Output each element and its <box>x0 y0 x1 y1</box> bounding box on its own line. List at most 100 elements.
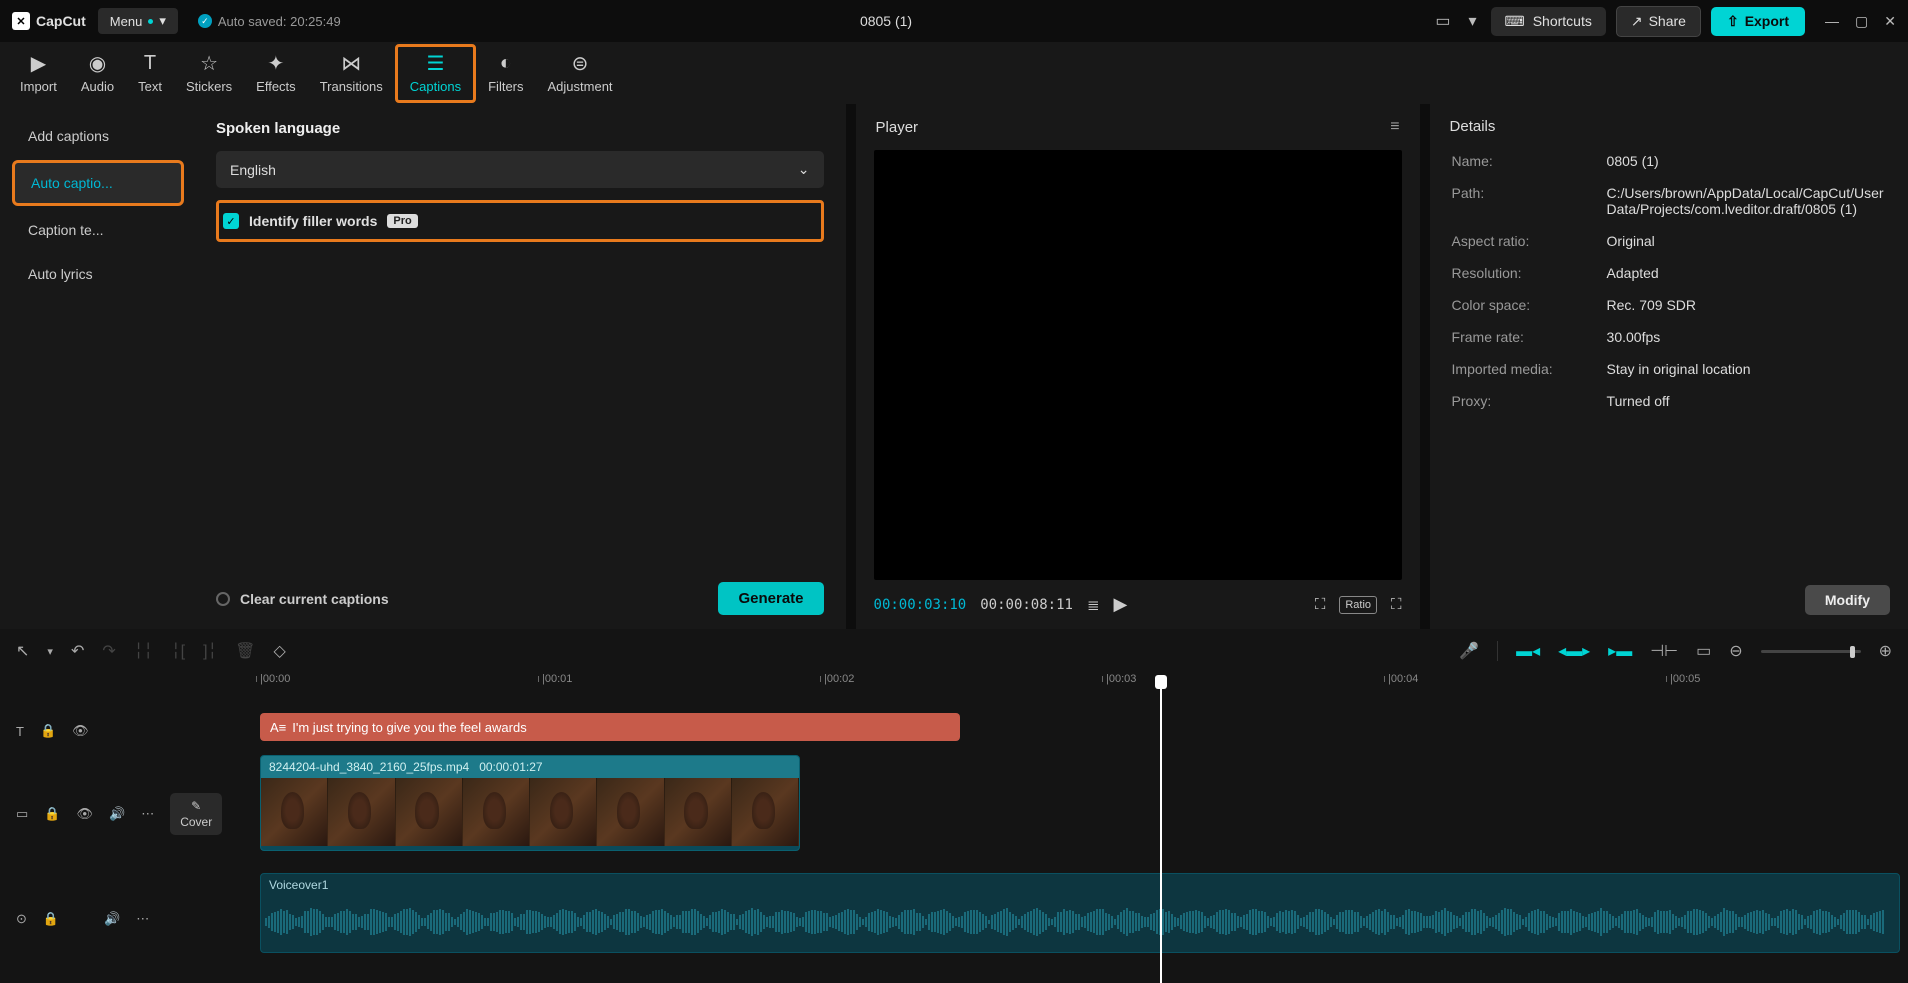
more-icon[interactable]: ⋯ <box>141 806 154 822</box>
minimize-icon[interactable]: — <box>1825 13 1839 30</box>
chevron-down-icon[interactable]: ▾ <box>47 645 53 658</box>
zoom-in-icon[interactable]: ⊕ <box>1879 641 1892 661</box>
lock-icon[interactable]: 🔒 <box>44 806 60 822</box>
detail-row: Path:C:/Users/brown/AppData/Local/CapCut… <box>1452 185 1886 217</box>
detail-value: Turned off <box>1607 393 1886 409</box>
detail-value: 0805 (1) <box>1607 153 1886 169</box>
magnet-center-icon[interactable]: ◂▬▸ <box>1558 641 1590 661</box>
lock-icon[interactable]: 🔒 <box>43 911 59 927</box>
player-header: Player ≡ <box>856 104 1420 150</box>
video-thumb <box>732 778 799 846</box>
tooltab-text[interactable]: TText <box>126 47 174 100</box>
detail-row: Resolution:Adapted <box>1452 265 1886 281</box>
shield-icon[interactable]: ◇ <box>273 641 285 661</box>
more-icon[interactable]: ⋯ <box>136 911 149 927</box>
scan-icon[interactable]: ⛶ <box>1315 596 1326 613</box>
window-controls: — ▢ ✕ <box>1825 13 1896 30</box>
detail-label: Name: <box>1452 153 1607 169</box>
speaker-icon[interactable]: 🔊 <box>109 806 125 822</box>
identify-filler-row[interactable]: ✓ Identify filler words Pro <box>216 200 824 242</box>
video-clip[interactable]: 8244204-uhd_3840_2160_25fps.mp4 00:00:01… <box>260 755 800 851</box>
details-panel: Details Name:0805 (1)Path:C:/Users/brown… <box>1430 104 1908 629</box>
detail-row: Aspect ratio:Original <box>1452 233 1886 249</box>
audio-track-icon[interactable]: ⊙ <box>16 911 27 927</box>
language-select[interactable]: English ⌄ <box>216 151 824 188</box>
tooltab-effects[interactable]: ✦Effects <box>244 47 308 100</box>
ratio-button[interactable]: Ratio <box>1339 596 1377 614</box>
export-icon: ⇧ <box>1727 13 1739 30</box>
sidebar-item[interactable]: Add captions <box>12 116 184 156</box>
radio-icon[interactable] <box>216 592 230 606</box>
zoom-out-icon[interactable]: ⊖ <box>1729 641 1742 661</box>
detail-row: Name:0805 (1) <box>1452 153 1886 169</box>
zoom-slider[interactable] <box>1761 650 1861 653</box>
trim-right-icon[interactable]: ]╎ <box>203 641 217 661</box>
tooltab-adjustment[interactable]: ⊜Adjustment <box>536 47 625 100</box>
generate-button[interactable]: Generate <box>718 582 823 615</box>
captions-sidebar: Add captionsAuto captio...Caption te...A… <box>0 104 194 629</box>
captions-bottom-row: Clear current captions Generate <box>216 582 824 615</box>
redo-icon[interactable]: ↷ <box>102 641 115 661</box>
spoken-language-title: Spoken language <box>216 120 824 137</box>
text-track-icon[interactable]: T <box>16 724 24 739</box>
align-icon[interactable]: ⊣⊢ <box>1650 641 1678 661</box>
tooltab-stickers[interactable]: ☆Stickers <box>174 47 244 100</box>
timecode-current: 00:00:03:10 <box>874 597 967 613</box>
modify-button[interactable]: Modify <box>1805 585 1890 615</box>
audio-track-label: ⊙ 🔒 🔊 ⋯ <box>0 869 200 969</box>
shortcuts-button[interactable]: ⌨ Shortcuts <box>1491 7 1606 36</box>
share-button[interactable]: ↗ Share <box>1616 6 1701 37</box>
timeline-content[interactable]: |00:00|00:01|00:02|00:03|00:04|00:05 A≡ … <box>200 673 1908 983</box>
close-icon[interactable]: ✕ <box>1884 13 1896 30</box>
video-track-icon[interactable]: ▭ <box>16 806 28 822</box>
undo-icon[interactable]: ↶ <box>71 641 84 661</box>
export-button[interactable]: ⇧ Export <box>1711 7 1805 36</box>
tooltab-audio[interactable]: ◉Audio <box>69 47 126 100</box>
magnet-right-icon[interactable]: ▸▬ <box>1608 641 1632 661</box>
lock-icon[interactable]: 🔒 <box>40 723 56 739</box>
mic-icon[interactable]: 🎤 <box>1459 641 1479 661</box>
eye-icon[interactable]: 👁 <box>72 723 89 739</box>
magnet-left-icon[interactable]: ▬◂ <box>1516 641 1540 661</box>
pointer-icon[interactable]: ↖ <box>16 641 29 661</box>
timeline-ruler[interactable]: |00:00|00:01|00:02|00:03|00:04|00:05 <box>200 673 1908 699</box>
fullscreen-icon[interactable]: ⛶ <box>1391 596 1402 613</box>
play-icon[interactable]: ▶ <box>1114 594 1128 615</box>
speaker-icon[interactable]: 🔊 <box>104 911 120 927</box>
sidebar-item[interactable]: Caption te... <box>12 210 184 250</box>
caption-track-label: T 🔒 👁 <box>0 703 200 759</box>
ruler-tick: |00:01 <box>542 673 572 685</box>
list-icon[interactable]: ≣ <box>1087 596 1100 614</box>
tooltab-import[interactable]: ▶Import <box>8 47 69 100</box>
layout-icon[interactable]: ▭ <box>1431 7 1454 35</box>
clear-captions-option[interactable]: Clear current captions <box>216 591 389 607</box>
sidebar-item[interactable]: Auto lyrics <box>12 254 184 294</box>
chevron-down-icon[interactable]: ▾ <box>1464 7 1480 35</box>
filler-checkbox[interactable]: ✓ <box>223 213 239 229</box>
hamburger-icon[interactable]: ≡ <box>1390 118 1399 136</box>
trim-left-icon[interactable]: ╎[ <box>171 641 185 661</box>
playhead[interactable] <box>1160 677 1162 983</box>
ruler-tick: |00:04 <box>1388 673 1418 685</box>
captions-content: Spoken language English ⌄ ✓ Identify fil… <box>194 104 846 629</box>
app-logo: ✕ CapCut <box>12 12 86 30</box>
caption-clip[interactable]: A≡ I'm just trying to give you the feel … <box>260 713 960 741</box>
tooltab-filters[interactable]: ◐Filters <box>476 47 535 100</box>
split-icon[interactable]: ╎╎ <box>134 641 153 661</box>
delete-icon[interactable]: 🗑 <box>235 641 255 661</box>
video-thumb <box>328 778 395 846</box>
eye-icon[interactable]: 👁 <box>76 806 93 822</box>
sidebar-item[interactable]: Auto captio... <box>12 160 184 206</box>
preview-icon[interactable]: ▭ <box>1696 641 1711 661</box>
player-canvas[interactable] <box>874 150 1402 580</box>
transitions-icon: ⋈ <box>341 53 361 75</box>
zoom-handle[interactable] <box>1850 646 1855 658</box>
detail-value: Rec. 709 SDR <box>1607 297 1886 313</box>
audio-clip[interactable]: Voiceover1 <box>260 873 1900 953</box>
tooltab-captions[interactable]: ☰Captions <box>395 44 476 103</box>
topbar-right: ▭ ▾ ⌨ Shortcuts ↗ Share ⇧ Export — ▢ ✕ <box>1431 6 1896 37</box>
menu-button[interactable]: Menu ▾ <box>98 8 178 34</box>
pro-badge: Pro <box>387 214 417 228</box>
maximize-icon[interactable]: ▢ <box>1855 13 1868 30</box>
tooltab-transitions[interactable]: ⋈Transitions <box>308 47 395 100</box>
